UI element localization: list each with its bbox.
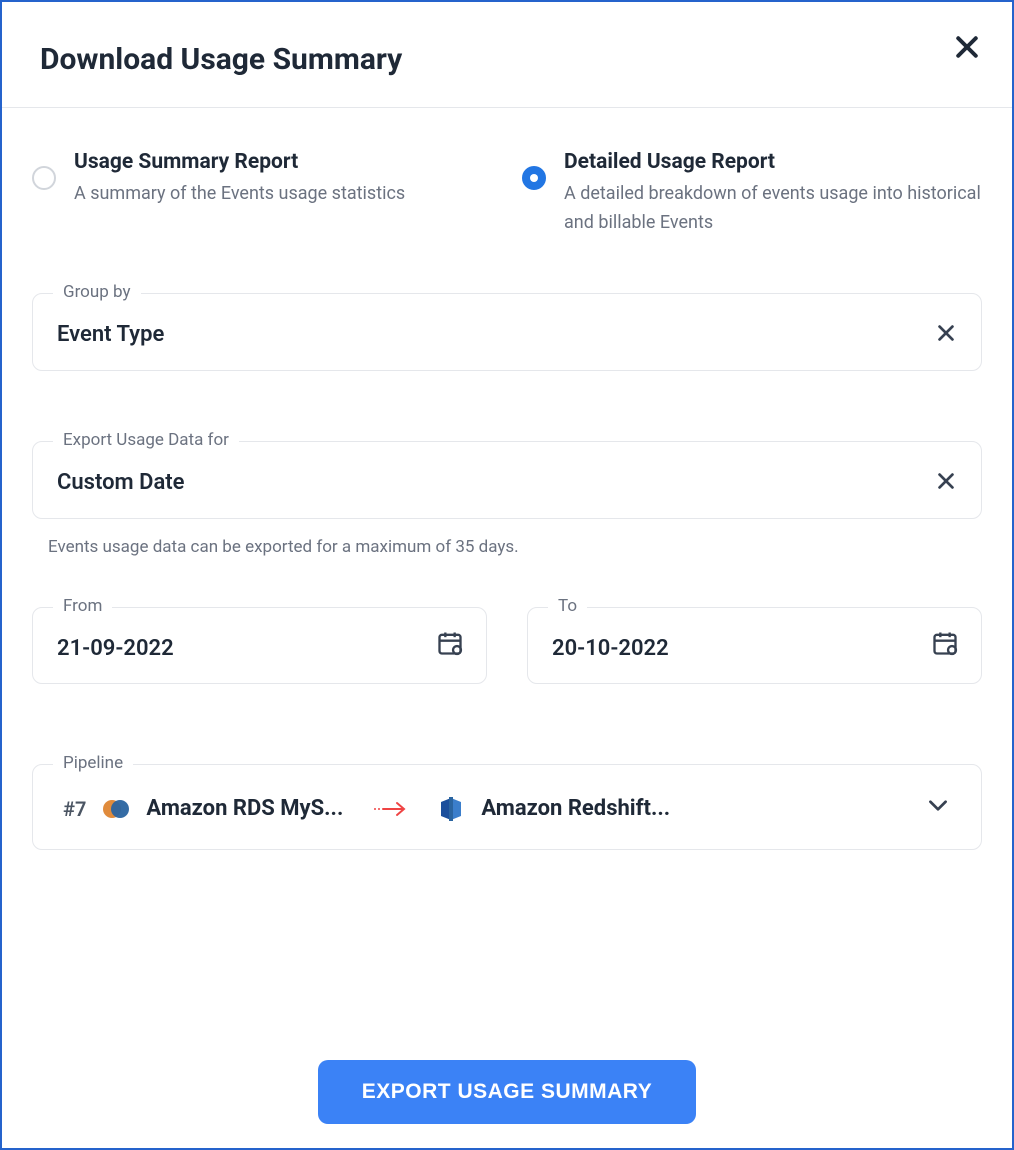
pipeline-select[interactable]: Pipeline #7 Amazon RDS MyS... Amazon Red… <box>32 764 982 850</box>
date-range-row: From 21-09-2022 To 20-10-2022 <box>32 607 982 684</box>
radio-summary-title: Usage Summary Report <box>74 148 405 176</box>
pipeline-id: #7 <box>63 797 86 821</box>
clear-group-by-icon[interactable] <box>935 322 957 348</box>
group-by-label: Group by <box>53 282 141 302</box>
pipeline-source: Amazon RDS MyS... <box>146 796 343 821</box>
radio-detailed-desc: A detailed breakdown of events usage int… <box>564 180 982 238</box>
to-label: To <box>548 596 587 616</box>
group-by-select[interactable]: Group by Event Type <box>32 293 982 371</box>
from-date-input[interactable]: From 21-09-2022 <box>32 607 487 684</box>
radio-selected-icon <box>522 166 546 190</box>
to-value: 20-10-2022 <box>552 636 957 661</box>
export-usage-summary-button[interactable]: EXPORT USAGE SUMMARY <box>318 1060 696 1124</box>
arrow-right-icon <box>359 800 421 818</box>
radio-unselected-icon <box>32 166 56 190</box>
radio-detailed-report[interactable]: Detailed Usage Report A detailed breakdo… <box>522 148 982 238</box>
calendar-icon[interactable] <box>931 629 959 661</box>
from-value: 21-09-2022 <box>57 636 462 661</box>
pipeline-destination: Amazon Redshift... <box>481 796 670 821</box>
mysql-icon <box>102 795 130 823</box>
group-by-value: Event Type <box>57 322 164 347</box>
modal-header: Download Usage Summary <box>2 2 1012 108</box>
export-for-helper: Events usage data can be exported for a … <box>32 531 982 557</box>
radio-summary-desc: A summary of the Events usage statistics <box>74 180 405 209</box>
pipeline-label: Pipeline <box>53 753 133 773</box>
export-for-select[interactable]: Export Usage Data for Custom Date <box>32 441 982 519</box>
calendar-icon[interactable] <box>436 629 464 661</box>
from-label: From <box>53 596 112 616</box>
report-type-group: Usage Summary Report A summary of the Ev… <box>32 148 982 238</box>
chevron-down-icon[interactable] <box>925 792 951 822</box>
redshift-icon <box>437 795 465 823</box>
export-for-value: Custom Date <box>57 470 185 495</box>
to-date-input[interactable]: To 20-10-2022 <box>527 607 982 684</box>
close-icon[interactable] <box>952 32 982 66</box>
modal-body: Usage Summary Report A summary of the Ev… <box>2 108 1012 850</box>
clear-export-for-icon[interactable] <box>935 470 957 496</box>
modal-title: Download Usage Summary <box>40 42 402 77</box>
modal-footer: EXPORT USAGE SUMMARY <box>0 1060 1014 1124</box>
export-for-label: Export Usage Data for <box>53 430 239 450</box>
radio-detailed-title: Detailed Usage Report <box>564 148 982 176</box>
radio-usage-summary[interactable]: Usage Summary Report A summary of the Ev… <box>32 148 492 238</box>
